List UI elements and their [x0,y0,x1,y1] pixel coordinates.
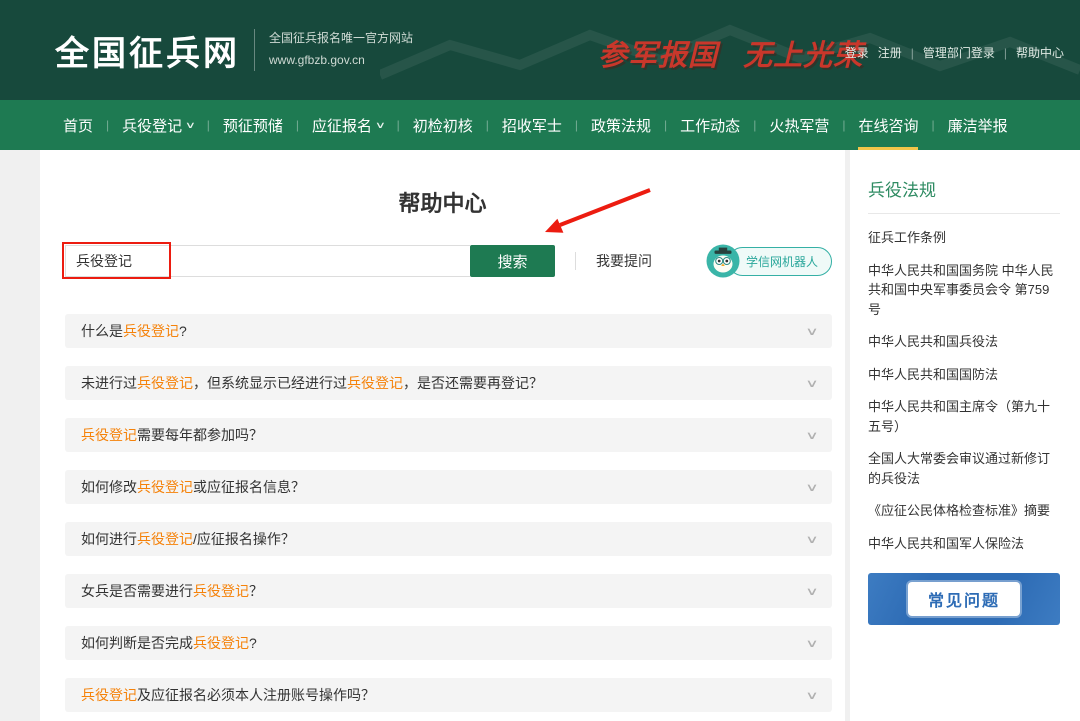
faq-question: 什么是兵役登记? [81,321,187,341]
nav-item-label: 兵役登记 [122,115,182,136]
faq-question: 如何修改兵役登记或应征报名信息？ [81,477,305,497]
law-link[interactable]: 中华人民共和国军人保险法 [868,534,1060,554]
nav-item[interactable]: 在线咨询 [845,100,931,150]
slogan-banner: 参军报国 无上光荣 [598,32,863,74]
faq-question: 兵役登记需要每年都参加吗？ [81,425,263,445]
help-center-panel: 帮助中心 搜索 我要提问 [40,150,845,721]
faq-item[interactable]: 女兵是否需要进行兵役登记？ ∨ [65,574,832,608]
content-area: 帮助中心 搜索 我要提问 [0,150,1080,721]
chevron-down-icon: ∨ [805,585,819,598]
nav-item[interactable]: 廉洁举报 [935,100,1021,150]
nav-item-label: 初检初核 [413,115,473,136]
nav-item-label: 招收军士 [502,115,562,136]
link-divider: | [1004,46,1007,60]
chevron-down-icon: ∨ [805,429,819,442]
nav-item[interactable]: 火热军营 [756,100,842,150]
chevron-down-icon: ∨ [185,120,196,131]
nav-item[interactable]: 兵役登记∨ [109,100,207,150]
faq-item[interactable]: 如何进行兵役登记/应征报名操作？ ∨ [65,522,832,556]
help-center-link[interactable]: 帮助中心 [1016,44,1064,61]
site-url: www.gfbzb.gov.cn [269,50,413,72]
chevron-down-icon: ∨ [805,637,819,650]
chevron-down-icon: ∨ [805,481,819,494]
nav-item[interactable]: 政策法规 [578,100,664,150]
search-input-wrap [65,245,470,277]
nav-item-label: 预征预储 [223,115,283,136]
faq-question: 兵役登记及应征报名必须本人注册账号操作吗？ [81,685,375,705]
faq-question: 如何进行兵役登记/应征报名操作？ [81,529,295,549]
sidebar-title: 兵役法规 [868,176,1060,214]
nav-item[interactable]: 应征报名∨ [299,100,397,150]
main-nav-bar: 首页|兵役登记∨|预征预储|应征报名∨|初检初核|招收军士|政策法规|工作动态|… [0,100,1080,150]
chevron-down-icon: ∨ [805,533,819,546]
nav-item-label: 在线咨询 [858,115,918,136]
search-button[interactable]: 搜索 [470,245,555,277]
login-link[interactable]: 登录 [845,44,869,61]
help-search-input[interactable] [65,245,470,277]
nav-item-label: 应征报名 [312,115,372,136]
main-nav: 首页|兵役登记∨|预征预储|应征报名∨|初检初核|招收军士|政策法规|工作动态|… [0,100,1080,150]
tagline-text: 全国征兵报名唯一官方网站 [269,28,413,50]
law-link[interactable]: 中华人民共和国兵役法 [868,332,1060,352]
law-list: 征兵工作条例中华人民共和国国务院 中华人民共和国中央军事委员会令 第759号中华… [868,228,1060,553]
sidebar: 兵役法规 征兵工作条例中华人民共和国国务院 中华人民共和国中央军事委员会令 第7… [850,150,1080,721]
law-link[interactable]: 中华人民共和国国务院 中华人民共和国中央军事委员会令 第759号 [868,261,1060,320]
ask-question-link[interactable]: 我要提问 [596,251,652,271]
link-divider: | [911,46,914,60]
faq-banner-label: 常见问题 [908,582,1020,616]
site-tagline: 全国征兵报名唯一官方网站 www.gfbzb.gov.cn [269,28,413,71]
nav-item[interactable]: 招收军士 [489,100,575,150]
law-link[interactable]: 全国人大常委会审议通过新修订的兵役法 [868,449,1060,488]
search-divider [575,252,576,270]
chat-robot-launcher[interactable]: 学信网机器人 [706,244,832,278]
nav-item[interactable]: 预征预储 [210,100,296,150]
chevron-down-icon: ∨ [805,325,819,338]
law-link[interactable]: 中华人民共和国主席令（第九十五号） [868,397,1060,436]
nav-item-label: 首页 [63,115,93,136]
nav-item-label: 政策法规 [591,115,651,136]
help-search-bar: 搜索 我要提问 学信网机器人 [65,244,832,278]
faq-question: 如何判断是否完成兵役登记? [81,633,257,653]
nav-item-label: 工作动态 [680,115,740,136]
nav-item-label: 廉洁举报 [948,115,1008,136]
nav-item[interactable]: 工作动态 [667,100,753,150]
faq-item[interactable]: 未进行过兵役登记，但系统显示已经进行过兵役登记，是否还需要再登记？ ∨ [65,366,832,400]
site-header: 全国征兵网 全国征兵报名唯一官方网站 www.gfbzb.gov.cn 参军报国… [0,0,1080,100]
site-logo[interactable]: 全国征兵网 [55,26,240,75]
faq-item[interactable]: 什么是兵役登记? ∨ [65,314,832,348]
chevron-down-icon: ∨ [375,120,386,131]
robot-label: 学信网机器人 [728,247,832,276]
nav-item-label: 火热军营 [769,115,829,136]
law-link[interactable]: 中华人民共和国国防法 [868,365,1060,385]
chevron-down-icon: ∨ [805,689,819,702]
faq-item[interactable]: 如何修改兵役登记或应征报名信息？ ∨ [65,470,832,504]
register-link[interactable]: 注册 [878,44,902,61]
faq-question: 未进行过兵役登记，但系统显示已经进行过兵役登记，是否还需要再登记？ [81,373,543,393]
law-link[interactable]: 征兵工作条例 [868,228,1060,248]
page-title: 帮助中心 [40,186,845,218]
faq-banner[interactable]: 常见问题 [868,573,1060,625]
nav-item[interactable]: 首页 [50,100,106,150]
owl-robot-icon [706,244,740,278]
header-links: 登录 注册 | 管理部门登录 | 帮助中心 [845,44,1064,61]
faq-list: 什么是兵役登记?∨未进行过兵役登记，但系统显示已经进行过兵役登记，是否还需要再登… [65,314,832,712]
faq-item[interactable]: 如何判断是否完成兵役登记? ∨ [65,626,832,660]
law-link[interactable]: 《应征公民体格检查标准》摘要 [868,501,1060,521]
admin-login-link[interactable]: 管理部门登录 [923,44,995,61]
faq-question: 女兵是否需要进行兵役登记？ [81,581,263,601]
chevron-down-icon: ∨ [805,377,819,390]
faq-item[interactable]: 兵役登记及应征报名必须本人注册账号操作吗？ ∨ [65,678,832,712]
header-divider [254,29,255,71]
nav-item[interactable]: 初检初核 [400,100,486,150]
faq-item[interactable]: 兵役登记需要每年都参加吗？ ∨ [65,418,832,452]
